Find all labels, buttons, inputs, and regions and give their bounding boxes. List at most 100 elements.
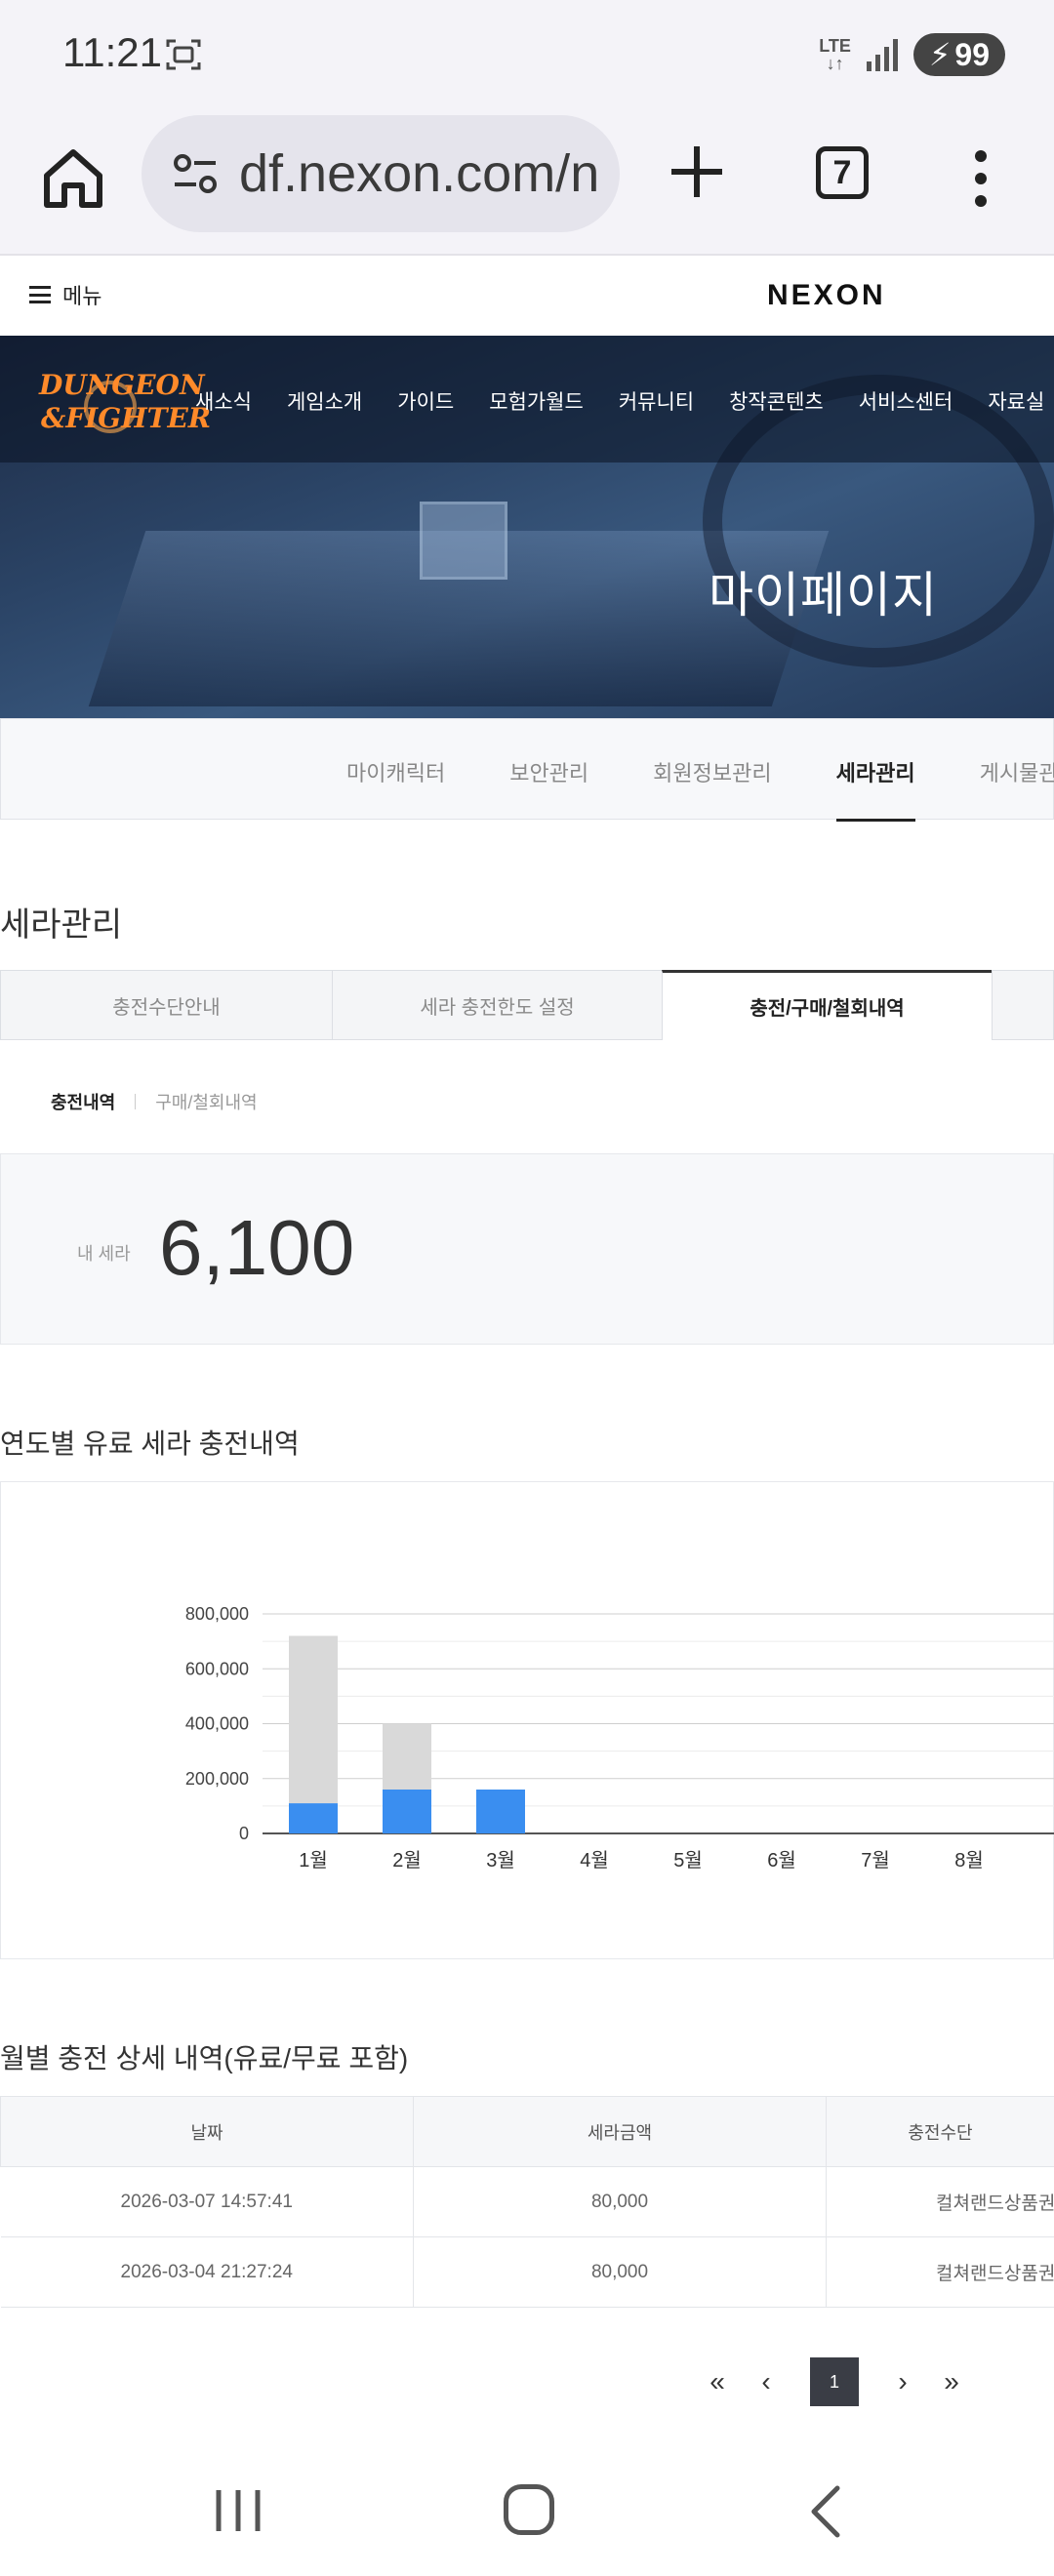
cell-date: 2026-03-07 14:57:41 xyxy=(0,2166,414,2237)
subnav-member-info[interactable]: 회원정보관리 xyxy=(653,756,771,787)
chart-container: 0 200,000 400,000 600,000 800,000 1월 2월 3월 4월 5월 6… xyxy=(0,1481,1054,1959)
bar-paid xyxy=(476,1790,525,1833)
y-tick-label: 400,000 xyxy=(185,1714,249,1734)
subtab-purchase-history[interactable]: 구매/철회내역 xyxy=(155,1089,257,1114)
balance-value: 6,100 xyxy=(159,1204,355,1291)
x-tick-label: 8월 xyxy=(954,1849,984,1872)
signal-icon xyxy=(866,39,898,71)
y-tick-label: 600,000 xyxy=(185,1659,249,1678)
x-tick-label: 3월 xyxy=(486,1849,515,1872)
page-number-button[interactable]: 1 xyxy=(810,2357,859,2406)
header-amount: 세라금액 xyxy=(413,2096,827,2167)
nav-item-adventurer-world[interactable]: 모험가월드 xyxy=(489,386,584,416)
pagination: « ‹ 1 › » xyxy=(693,2357,976,2406)
game-nav: DUNGEON &FIGHTER 새소식 게임소개 가이드 모험가월드 커뮤니티… xyxy=(0,336,1054,463)
nav-item-game-intro[interactable]: 게임소개 xyxy=(287,386,362,416)
nav-item-community[interactable]: 커뮤니티 xyxy=(619,386,694,416)
y-tick-label: 800,000 xyxy=(185,1604,249,1624)
chart-title: 연도별 유료 세라 충전내역 xyxy=(0,1429,300,1459)
section-title: 세라관리 xyxy=(0,906,123,944)
nav-item-creative-content[interactable]: 창작콘텐츠 xyxy=(729,386,824,416)
url-text: df.nexon.com/n xyxy=(239,144,600,203)
mypage-sub-nav: 마이캐릭터 보안관리 회원정보관리 세라관리 게시물관리 xyxy=(0,718,1054,822)
menu-label: 메뉴 xyxy=(62,284,102,308)
browser-toolbar: df.nexon.com/n 7 xyxy=(0,109,1054,256)
cell-method: 컬쳐랜드상품권 xyxy=(826,2166,1054,2237)
bar-chart: 0 200,000 400,000 600,000 800,000 1월 2월 3월 4월 5월 6… xyxy=(185,1604,1054,1872)
header-date: 날짜 xyxy=(0,2096,414,2167)
first-page-button[interactable]: « xyxy=(693,2357,742,2406)
address-bar[interactable]: df.nexon.com/n xyxy=(142,115,620,232)
table-title: 월별 충전 상세 내역(유료/무료 포함) xyxy=(0,2043,409,2073)
network-indicator: LTE ↓↑ xyxy=(819,36,851,73)
subnav-sera-management[interactable]: 세라관리 xyxy=(835,756,915,822)
page-title: 마이페이지 xyxy=(709,568,938,623)
status-time: 11:21 xyxy=(62,29,162,75)
cell-date: 2026-03-04 21:27:24 xyxy=(0,2236,414,2308)
x-tick-label: 6월 xyxy=(767,1849,796,1872)
home-nav-icon[interactable] xyxy=(504,2484,554,2535)
x-tick-label: 5월 xyxy=(673,1849,703,1872)
sera-tabs: 충전수단안내 세라 충전한도 설정 충전/구매/철회내역 xyxy=(0,970,1054,1040)
subnav-security[interactable]: 보안관리 xyxy=(509,756,588,787)
hamburger-icon xyxy=(29,286,51,303)
subnav-my-character[interactable]: 마이캐릭터 xyxy=(346,756,445,787)
new-tab-icon[interactable] xyxy=(664,139,730,205)
hero-banner: DUNGEON &FIGHTER 새소식 게임소개 가이드 모험가월드 커뮤니티… xyxy=(0,336,1054,718)
tab-more[interactable] xyxy=(992,970,1054,1040)
subtab-charge-history[interactable]: 충전내역 xyxy=(51,1089,115,1114)
y-tick-label: 0 xyxy=(239,1824,249,1843)
table-row: 2026-03-07 14:57:41 80,000 컬쳐랜드상품권 xyxy=(0,2166,1054,2237)
battery-indicator: ⚡ 99 xyxy=(912,33,1005,76)
dungeon-fighter-logo[interactable]: DUNGEON &FIGHTER xyxy=(27,355,211,443)
bar-other xyxy=(289,1635,338,1804)
logo-text-2: &FIGHTER xyxy=(41,402,212,434)
nav-item-service-center[interactable]: 서비스센터 xyxy=(859,386,953,416)
history-subtabs: 충전내역 구매/철회내역 xyxy=(51,1089,258,1114)
header-method: 충전수단 xyxy=(826,2096,1054,2167)
bar-paid xyxy=(289,1803,338,1833)
bar-paid xyxy=(383,1790,431,1833)
subnav-posts[interactable]: 게시물관리 xyxy=(980,756,1054,787)
nav-item-guide[interactable]: 가이드 xyxy=(397,386,454,416)
tab-switcher-button[interactable]: 7 xyxy=(816,146,869,199)
screenshot-icon xyxy=(166,39,201,70)
subtab-divider xyxy=(135,1094,137,1109)
cell-method: 컬쳐랜드상품권 xyxy=(826,2236,1054,2308)
prev-page-button[interactable]: ‹ xyxy=(742,2357,790,2406)
site-header: 메뉴 NEXON xyxy=(0,256,1054,336)
balance-label: 내 세라 xyxy=(77,1244,131,1264)
cell-amount: 80,000 xyxy=(413,2166,827,2237)
recent-apps-icon[interactable] xyxy=(209,2486,267,2535)
bar-other xyxy=(383,1723,431,1790)
nav-item-archive[interactable]: 자료실 xyxy=(988,386,1044,416)
y-tick-label: 200,000 xyxy=(185,1769,249,1789)
game-nav-list: 새소식 게임소개 가이드 모험가월드 커뮤니티 창작콘텐츠 서비스센터 자료실 … xyxy=(195,386,1054,416)
home-icon[interactable] xyxy=(39,144,107,213)
status-indicators: LTE ↓↑ ⚡ 99 xyxy=(819,33,1005,76)
nexon-logo[interactable]: NEXON xyxy=(767,279,886,312)
status-bar: 11:21 LTE ↓↑ ⚡ 99 xyxy=(0,0,1054,109)
charging-icon: ⚡ xyxy=(928,37,952,72)
x-tick-label: 1월 xyxy=(299,1849,328,1872)
last-page-button[interactable]: » xyxy=(927,2357,976,2406)
charge-detail-table: 날짜 세라금액 충전수단 2026-03-07 14:57:41 80,000 … xyxy=(0,2096,1054,2308)
more-options-icon[interactable] xyxy=(966,144,995,213)
tab-charge-limit[interactable]: 세라 충전한도 설정 xyxy=(332,970,662,1040)
x-tick-label: 7월 xyxy=(861,1849,890,1872)
menu-button[interactable]: 메뉴 xyxy=(29,279,101,310)
x-tick-label: 2월 xyxy=(392,1849,422,1872)
logo-text-1: DUNGEON xyxy=(39,369,205,401)
x-tick-label: 4월 xyxy=(580,1849,609,1872)
nav-item-news[interactable]: 새소식 xyxy=(195,386,252,416)
back-icon[interactable] xyxy=(798,2482,857,2541)
next-page-button[interactable]: › xyxy=(878,2357,927,2406)
hero-crate-art xyxy=(420,502,507,580)
balance-box: 내 세라 6,100 xyxy=(0,1153,1054,1345)
tab-history[interactable]: 충전/구매/철회내역 xyxy=(662,970,992,1040)
tab-charge-methods[interactable]: 충전수단안내 xyxy=(0,970,332,1040)
table-header-row: 날짜 세라금액 충전수단 xyxy=(0,2096,1054,2167)
cell-amount: 80,000 xyxy=(413,2236,827,2308)
site-settings-icon[interactable] xyxy=(171,149,220,198)
system-nav-bar xyxy=(0,2449,1054,2576)
